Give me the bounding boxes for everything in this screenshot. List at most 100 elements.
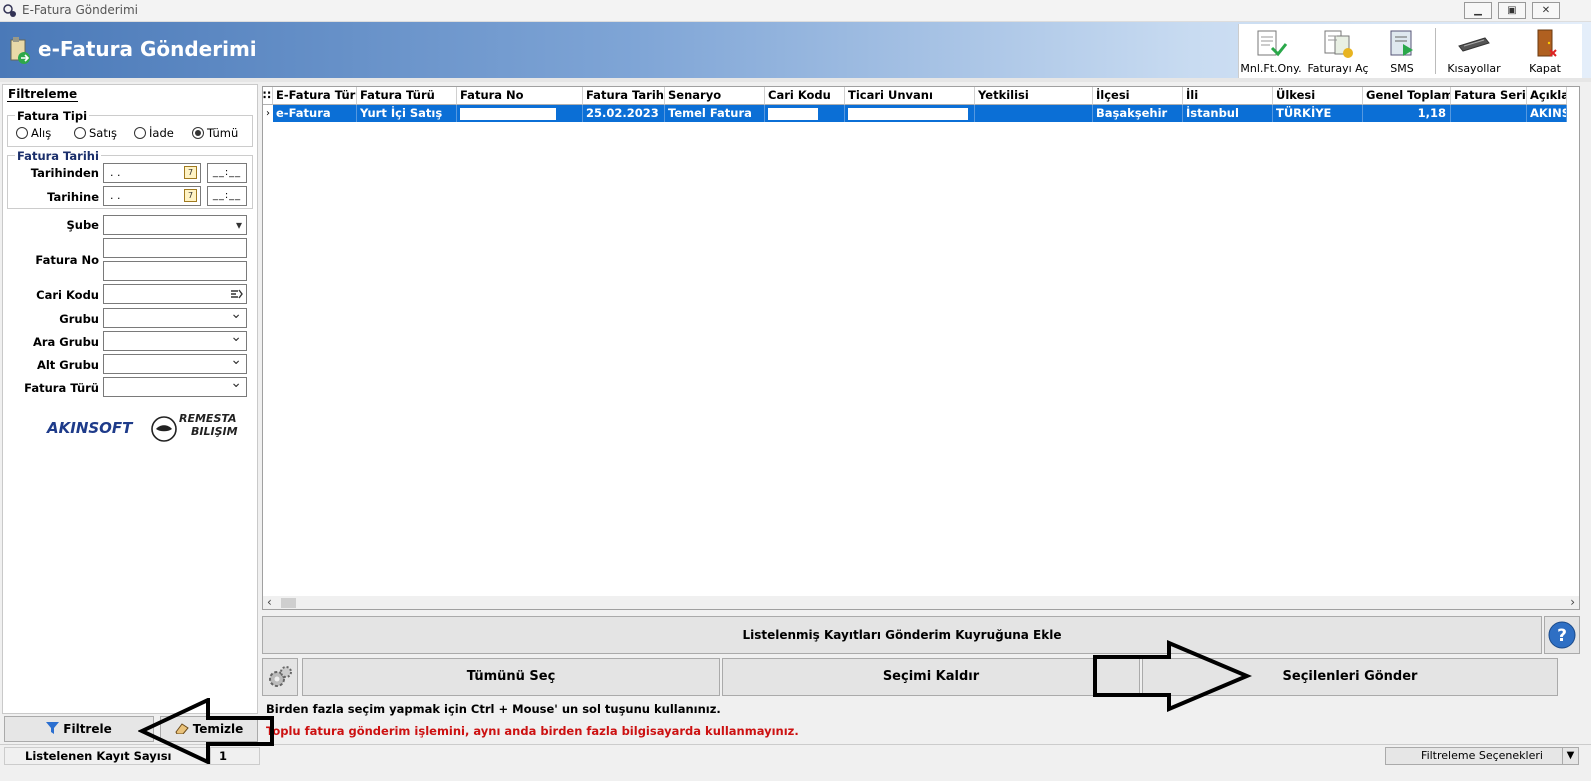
scroll-thumb[interactable] bbox=[281, 598, 296, 608]
scroll-right-icon[interactable]: › bbox=[1570, 595, 1575, 609]
column-header[interactable]: Fatura Türü bbox=[357, 87, 457, 105]
sub-group-select[interactable] bbox=[103, 351, 247, 374]
minimize-button[interactable]: ▁ bbox=[1464, 2, 1492, 19]
to-date-input[interactable]: . .7 bbox=[103, 186, 201, 206]
mid-group-select[interactable] bbox=[103, 328, 247, 351]
status-bar: Listelenen Kayıt Sayısı 1 Filtreleme Seç… bbox=[0, 744, 1591, 766]
maximize-button[interactable]: ▣ bbox=[1498, 2, 1526, 19]
panther-logo-icon bbox=[151, 416, 177, 442]
grid-corner: ∷ bbox=[263, 87, 273, 105]
lookup-icon[interactable] bbox=[230, 288, 243, 301]
calendar-icon[interactable]: 7 bbox=[184, 189, 197, 202]
table-cell[interactable]: e-Fatura bbox=[273, 105, 357, 122]
column-header[interactable]: Fatura Seri bbox=[1451, 87, 1527, 105]
table-cell[interactable]: 25.02.2023 13 bbox=[583, 105, 665, 122]
column-header[interactable]: Yetkilisi bbox=[975, 87, 1093, 105]
record-count-label: Listelenen Kayıt Sayısı bbox=[4, 747, 210, 765]
shortcuts-button[interactable]: Kısayollar bbox=[1439, 24, 1509, 78]
invoice-no-from-input[interactable] bbox=[103, 238, 247, 258]
to-time-input[interactable]: __:__ bbox=[207, 186, 247, 206]
column-header[interactable]: Ticari Unvanı bbox=[845, 87, 975, 105]
table-cell[interactable]: Yurt İçi Satış bbox=[357, 105, 457, 122]
table-cell[interactable] bbox=[765, 105, 845, 122]
calendar-icon[interactable]: 7 bbox=[184, 166, 197, 179]
horizontal-scrollbar[interactable]: ‹ › bbox=[263, 595, 1579, 609]
invoice-type-group: Fatura Tipi Alış Satış İade Tümü bbox=[7, 109, 253, 147]
branch-select[interactable] bbox=[103, 215, 247, 235]
invoice-kind-label: Fatura Türü bbox=[24, 381, 99, 395]
to-date-label: Tarihine bbox=[47, 190, 99, 204]
eraser-icon bbox=[175, 723, 189, 735]
column-header[interactable]: Fatura No bbox=[457, 87, 583, 105]
deselect-button[interactable]: Seçimi Kaldır bbox=[722, 658, 1140, 696]
help-icon: ? bbox=[1548, 621, 1576, 649]
filter-panel: Filtreleme Fatura Tipi Alış Satış İade T… bbox=[2, 84, 258, 714]
column-header[interactable]: Açıkla bbox=[1527, 87, 1567, 105]
from-date-label: Tarihinden bbox=[30, 166, 99, 180]
table-cell[interactable]: AKINS bbox=[1527, 105, 1567, 122]
invoice-no-to-input[interactable] bbox=[103, 261, 247, 281]
send-selected-button[interactable]: Seçilenleri Gönder bbox=[1142, 658, 1558, 696]
close-module-button[interactable]: Kapat bbox=[1515, 24, 1575, 78]
column-header[interactable]: Ülkesi bbox=[1273, 87, 1363, 105]
filter-options-dropdown[interactable]: Filtreleme Seçenekleri ▼ bbox=[1385, 747, 1579, 765]
radio-alis[interactable]: Alış bbox=[16, 126, 51, 140]
manual-approve-button[interactable]: Mnl.Ft.Ony. bbox=[1239, 24, 1303, 78]
column-header[interactable]: E-Fatura Türü bbox=[273, 87, 357, 105]
from-date-input[interactable]: . .7 bbox=[103, 163, 201, 183]
tab-filtreleme[interactable]: Filtreleme bbox=[7, 87, 79, 102]
app-logo-icon bbox=[3, 4, 16, 17]
invoice-send-icon bbox=[10, 37, 30, 64]
customer-code-input[interactable] bbox=[103, 284, 247, 304]
manual-approve-icon bbox=[1257, 30, 1288, 57]
radio-tumu[interactable]: Tümü bbox=[192, 126, 238, 140]
table-cell[interactable] bbox=[1451, 105, 1527, 122]
sms-button[interactable]: SMS bbox=[1373, 24, 1431, 78]
table-cell[interactable] bbox=[457, 105, 583, 122]
table-cell[interactable]: Başakşehir bbox=[1093, 105, 1183, 122]
svg-text:?: ? bbox=[1557, 626, 1567, 646]
table-cell[interactable]: İstanbul bbox=[1183, 105, 1273, 122]
radio-satis[interactable]: Satış bbox=[74, 126, 117, 140]
keyboard-icon bbox=[1458, 37, 1490, 52]
column-header[interactable]: Genel Toplam bbox=[1363, 87, 1451, 105]
table-cell[interactable]: Temel Fatura bbox=[665, 105, 765, 122]
radio-iade[interactable]: İade bbox=[134, 126, 174, 140]
column-header[interactable]: Cari Kodu bbox=[765, 87, 845, 105]
open-invoice-button[interactable]: Faturayı Aç bbox=[1303, 24, 1373, 78]
filter-button[interactable]: Filtrele bbox=[4, 716, 154, 742]
table-cell[interactable] bbox=[975, 105, 1093, 122]
invoice-no-label: Fatura No bbox=[35, 253, 99, 267]
record-count-value: 1 bbox=[210, 747, 260, 765]
remesta-logo-line2: BILIŞIM bbox=[191, 425, 238, 438]
help-button[interactable]: ? bbox=[1544, 616, 1580, 654]
group-select[interactable] bbox=[103, 305, 247, 328]
settings-button[interactable] bbox=[262, 658, 298, 696]
branch-label: Şube bbox=[66, 218, 99, 232]
warning-text: Toplu fatura gönderim işlemini, aynı and… bbox=[266, 724, 799, 738]
from-time-input[interactable]: __:__ bbox=[207, 163, 247, 183]
exit-door-icon bbox=[1537, 29, 1557, 57]
table-cell[interactable]: TÜRKİYE bbox=[1273, 105, 1363, 122]
table-cell[interactable]: 1,18 bbox=[1363, 105, 1451, 122]
table-cell[interactable] bbox=[845, 105, 975, 122]
gears-icon bbox=[269, 666, 292, 687]
column-header[interactable]: Fatura Tarihi bbox=[583, 87, 665, 105]
mid-group-label: Ara Grubu bbox=[32, 335, 99, 349]
masked-value bbox=[768, 108, 818, 120]
invoice-grid[interactable]: ∷ E-Fatura Türü Fatura Türü Fatura No Fatura… bbox=[262, 86, 1580, 610]
row-indicator-icon: › bbox=[263, 105, 273, 122]
add-to-queue-button[interactable]: Listelenmiş Kayıtları Gönderim Kuyruğuna… bbox=[262, 616, 1542, 654]
column-header[interactable]: İli bbox=[1183, 87, 1273, 105]
invoice-kind-select[interactable] bbox=[103, 374, 247, 397]
column-header[interactable]: İlçesi bbox=[1093, 87, 1183, 105]
close-window-button[interactable]: ✕ bbox=[1532, 2, 1560, 19]
group-label: Grubu bbox=[59, 312, 99, 326]
scroll-left-icon[interactable]: ‹ bbox=[267, 595, 272, 609]
clear-button[interactable]: Temizle bbox=[160, 716, 258, 742]
column-header[interactable]: Senaryo bbox=[665, 87, 765, 105]
select-all-button[interactable]: Tümünü Seç bbox=[302, 658, 720, 696]
brand-logos: AKINSOFT REMESTA BILIŞIM bbox=[47, 413, 252, 447]
multi-select-hint: Birden fazla seçim yapmak için Ctrl + Mo… bbox=[266, 702, 721, 716]
masked-value bbox=[460, 108, 556, 120]
